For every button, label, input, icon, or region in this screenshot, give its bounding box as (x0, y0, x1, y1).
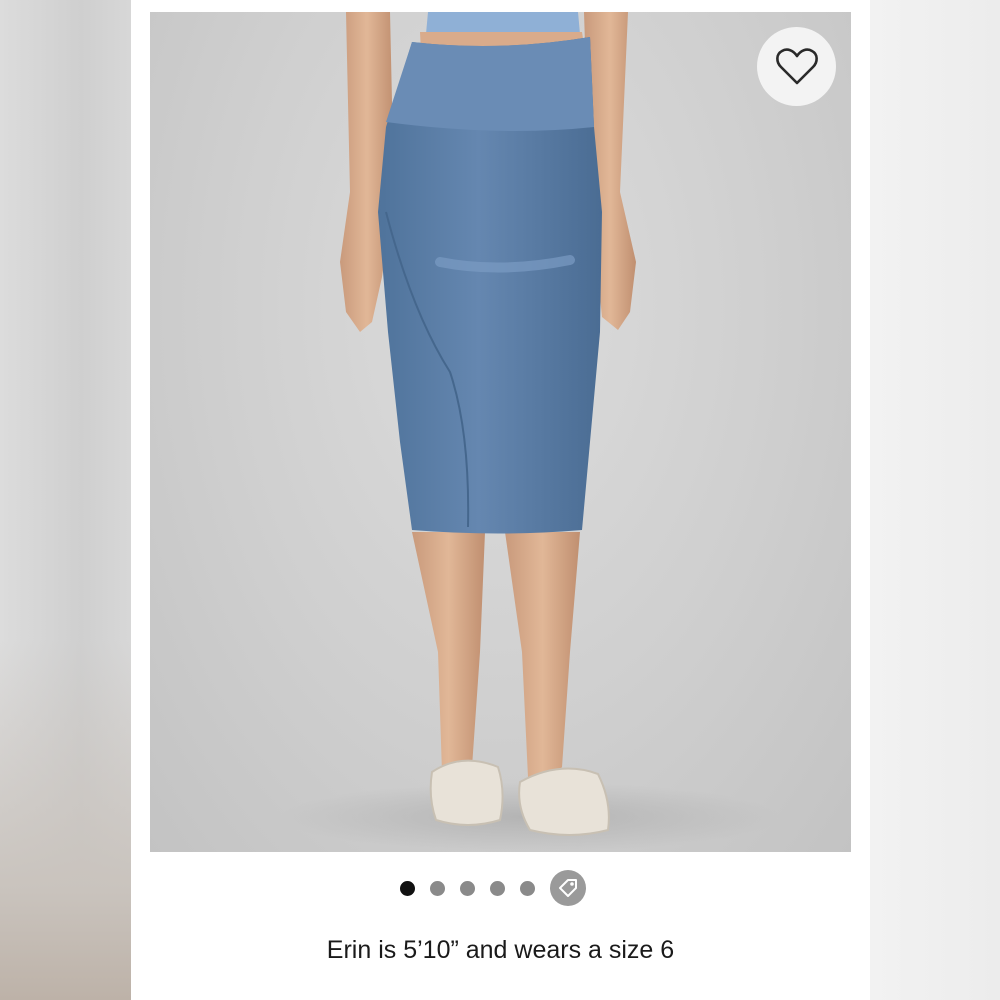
skirt-waistband (386, 37, 594, 131)
backdrop-left-shade (0, 640, 135, 1000)
gallery-pagination (400, 868, 600, 908)
price-tag-icon (559, 879, 577, 897)
gallery-dot-5[interactable] (520, 880, 535, 896)
gallery-dot-3[interactable] (460, 880, 475, 896)
gallery-dot-4[interactable] (490, 880, 505, 896)
heart-outline-icon (775, 47, 818, 84)
gallery-dot-2[interactable] (430, 880, 445, 896)
product-image[interactable] (150, 12, 851, 852)
product-illustration (280, 12, 780, 852)
crop-top (426, 12, 580, 34)
gallery-dot-1[interactable] (400, 880, 415, 896)
right-leg (505, 532, 580, 784)
right-sandal (518, 767, 610, 836)
tag-indicator[interactable] (550, 870, 586, 906)
left-leg (412, 532, 485, 782)
left-sandal (429, 759, 504, 826)
model-size-caption: Erin is 5’10” and wears a size 6 (326, 936, 675, 964)
backdrop-right (870, 0, 1000, 1000)
favorite-button[interactable] (757, 27, 836, 106)
